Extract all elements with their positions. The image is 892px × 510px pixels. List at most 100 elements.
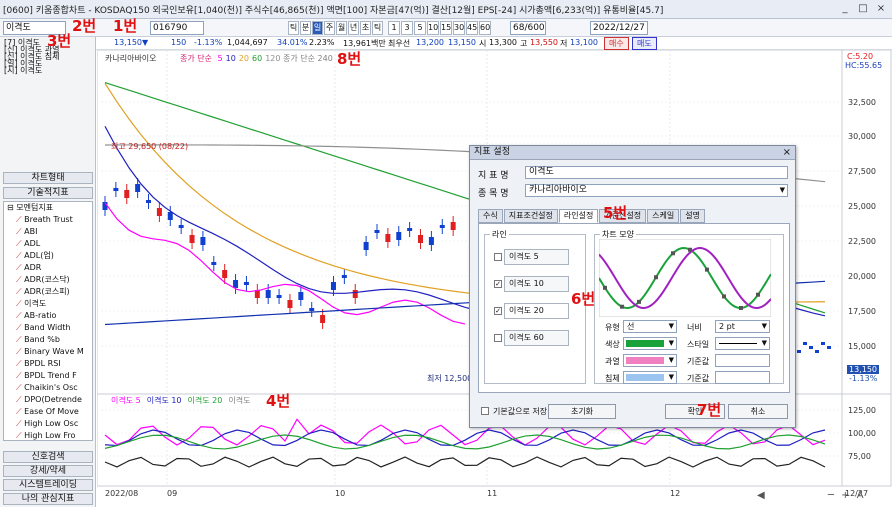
line-checkbox[interactable] (494, 334, 502, 342)
tree-item-label: ADR (24, 263, 42, 272)
interval-button[interactable]: 10 (427, 21, 439, 35)
chart-type-button[interactable]: 차트형태 (3, 172, 93, 184)
period-button[interactable]: 틱 (372, 21, 383, 35)
chevron-down-icon[interactable]: ▼ (780, 185, 785, 196)
dialog-tab[interactable]: 수식 (478, 209, 503, 223)
tree-item[interactable]: ⟋ ABI (4, 226, 92, 238)
period-button[interactable]: 일 (312, 21, 323, 35)
line-item[interactable]: ✓ 이격도 10 (494, 276, 569, 292)
tree-item[interactable]: ⟋ AB-ratio (4, 310, 92, 322)
tree-item[interactable]: ⟋ BPDL RSI (4, 358, 92, 370)
minimize-button[interactable]: _ (837, 2, 853, 16)
stock-code-input[interactable]: 016790 (150, 21, 204, 35)
tree-item[interactable]: ⟋ Binary Wave M (4, 346, 92, 358)
period-button[interactable]: 주 (324, 21, 335, 35)
system-trading-button[interactable]: 시스템트레이딩 (3, 479, 93, 491)
interval-button[interactable]: 5 (414, 21, 426, 35)
line-item[interactable]: ✓ 이격도 20 (494, 303, 569, 319)
close-button[interactable]: × (873, 2, 889, 16)
save-default-checkbox[interactable] (481, 407, 489, 415)
line-checkbox[interactable] (494, 253, 502, 261)
tree-item-label: Chaikin's Osc (24, 383, 78, 392)
tree-item[interactable]: ⟋ Chaikin's Osc (4, 382, 92, 394)
oversold-color-select[interactable]: ▼ (623, 371, 677, 384)
tree-item[interactable]: ⟋ DPO(Detrende (4, 394, 92, 406)
dialog-close-icon[interactable]: × (783, 146, 791, 159)
ma-period-label: 20 (238, 54, 249, 63)
date-field[interactable]: 2022/12/27 (590, 21, 648, 35)
period-button[interactable]: 틱 (288, 21, 299, 35)
restore-button[interactable]: □ (855, 2, 871, 16)
sell-button[interactable]: 매도 (632, 37, 657, 50)
candle-body (374, 230, 380, 233)
count-field[interactable]: 68/600 (510, 21, 546, 35)
line-item[interactable]: 이격도 60 (494, 330, 569, 346)
osc-legend-label: 이격도 10 (146, 396, 182, 405)
buy-button[interactable]: 매수 (604, 37, 629, 50)
interval-button[interactable]: 60 (479, 21, 491, 35)
period-button[interactable]: 분 (300, 21, 311, 35)
line-checkbox[interactable]: ✓ (494, 280, 502, 288)
tree-item[interactable]: ⟋ ADL(업) (4, 250, 92, 262)
oversold-std-input[interactable] (715, 371, 770, 384)
dialog-tab[interactable]: 설명 (680, 209, 705, 223)
tree-item[interactable]: ⟋ Band Width (4, 322, 92, 334)
interval-button[interactable]: 3 (401, 21, 413, 35)
period-button[interactable]: 년 (348, 21, 359, 35)
line-checkbox[interactable]: ✓ (494, 307, 502, 315)
indicator-icon: ⟋ (16, 311, 25, 320)
signal-search-button[interactable]: 신호검색 (3, 451, 93, 463)
tree-item[interactable]: ⟋ ADL (4, 238, 92, 250)
tree-item[interactable]: ⟋ ADR(코스피) (4, 286, 92, 298)
dialog-tab[interactable]: 라인설정 (558, 209, 599, 223)
interval-button[interactable]: 30 (453, 21, 465, 35)
chevron-down-icon: ▼ (668, 373, 674, 381)
style-select[interactable]: ▼ (715, 337, 770, 350)
tree-item-label: ADR(코스피) (24, 287, 70, 296)
period-button[interactable]: 초 (360, 21, 371, 35)
stock-name-label: 종 목 명 (478, 189, 509, 199)
auto-scale-icon[interactable]: A (857, 490, 864, 501)
tree-item[interactable]: ⟋ High Low Osc (4, 418, 92, 430)
osc-tick-label: 100,00 (848, 429, 876, 438)
tree-item[interactable]: ⟋ BPDL Trend F (4, 370, 92, 382)
strength-button[interactable]: 강세/약세 (3, 465, 93, 477)
date-tick-label: 2022/08 (105, 489, 138, 498)
tree-item-label: ABI (24, 227, 38, 236)
overheat-std-input[interactable] (715, 354, 770, 367)
tree-item[interactable]: ⟋ ADR(코스닥) (4, 274, 92, 286)
dialog-tab[interactable]: 스케일 (647, 209, 680, 223)
ma-legend: 종가 단순 5 10 20 60 120 종가 단순 240 (180, 53, 333, 64)
tree-item[interactable]: ⟋ Band %b (4, 334, 92, 346)
type-select[interactable]: 선 ▼ (623, 320, 677, 333)
window-title: [0600] 키움종합차트 - KOSDAQ150 외국인보유[1,040(천)… (3, 5, 664, 16)
reset-button[interactable]: 초기화 (548, 404, 616, 419)
period-button[interactable]: 월 (336, 21, 347, 35)
tree-item[interactable]: ⟋ ADR (4, 262, 92, 274)
tree-root[interactable]: ⊟ 모멘텀지표 (4, 202, 92, 214)
tree-item[interactable]: ⟋ Breath Trust (4, 214, 92, 226)
cancel-button[interactable]: 취소 (728, 404, 788, 419)
zoom-in-icon[interactable]: + (841, 490, 849, 501)
interval-button[interactable]: 1 (388, 21, 400, 35)
tree-item[interactable]: ⟋ 이격도 (4, 298, 92, 310)
tree-item[interactable]: ⟋ High Low Fro (4, 430, 92, 440)
preview-frame (599, 239, 771, 317)
dialog-tab[interactable]: 지표조건설정 (503, 209, 558, 223)
preview-marker (688, 247, 692, 252)
indicator-name-field[interactable]: 이격도 (525, 166, 788, 179)
line-item[interactable]: 이격도 5 (494, 249, 569, 265)
interval-button[interactable]: 45 (466, 21, 478, 35)
color-select[interactable]: ▼ (623, 337, 677, 350)
scroll-left-icon[interactable]: ◀ (757, 490, 765, 501)
zoom-out-icon[interactable]: ─ (828, 490, 834, 501)
overheat-color-select[interactable]: ▼ (623, 354, 677, 367)
tree-item[interactable]: ⟋ Ease Of Move (4, 406, 92, 418)
favorite-item[interactable]: [시] 이격도 (4, 67, 60, 75)
my-indicator-button[interactable]: 나의 관심지표 (3, 493, 93, 505)
high-label: 고 (520, 39, 528, 48)
stock-name-field[interactable]: 카나리아바이오 ▼ (525, 184, 788, 197)
interval-button[interactable]: 15 (440, 21, 452, 35)
width-select[interactable]: 2 pt ▼ (715, 320, 770, 333)
tech-indicator-button[interactable]: 기술적지표 (3, 187, 93, 199)
